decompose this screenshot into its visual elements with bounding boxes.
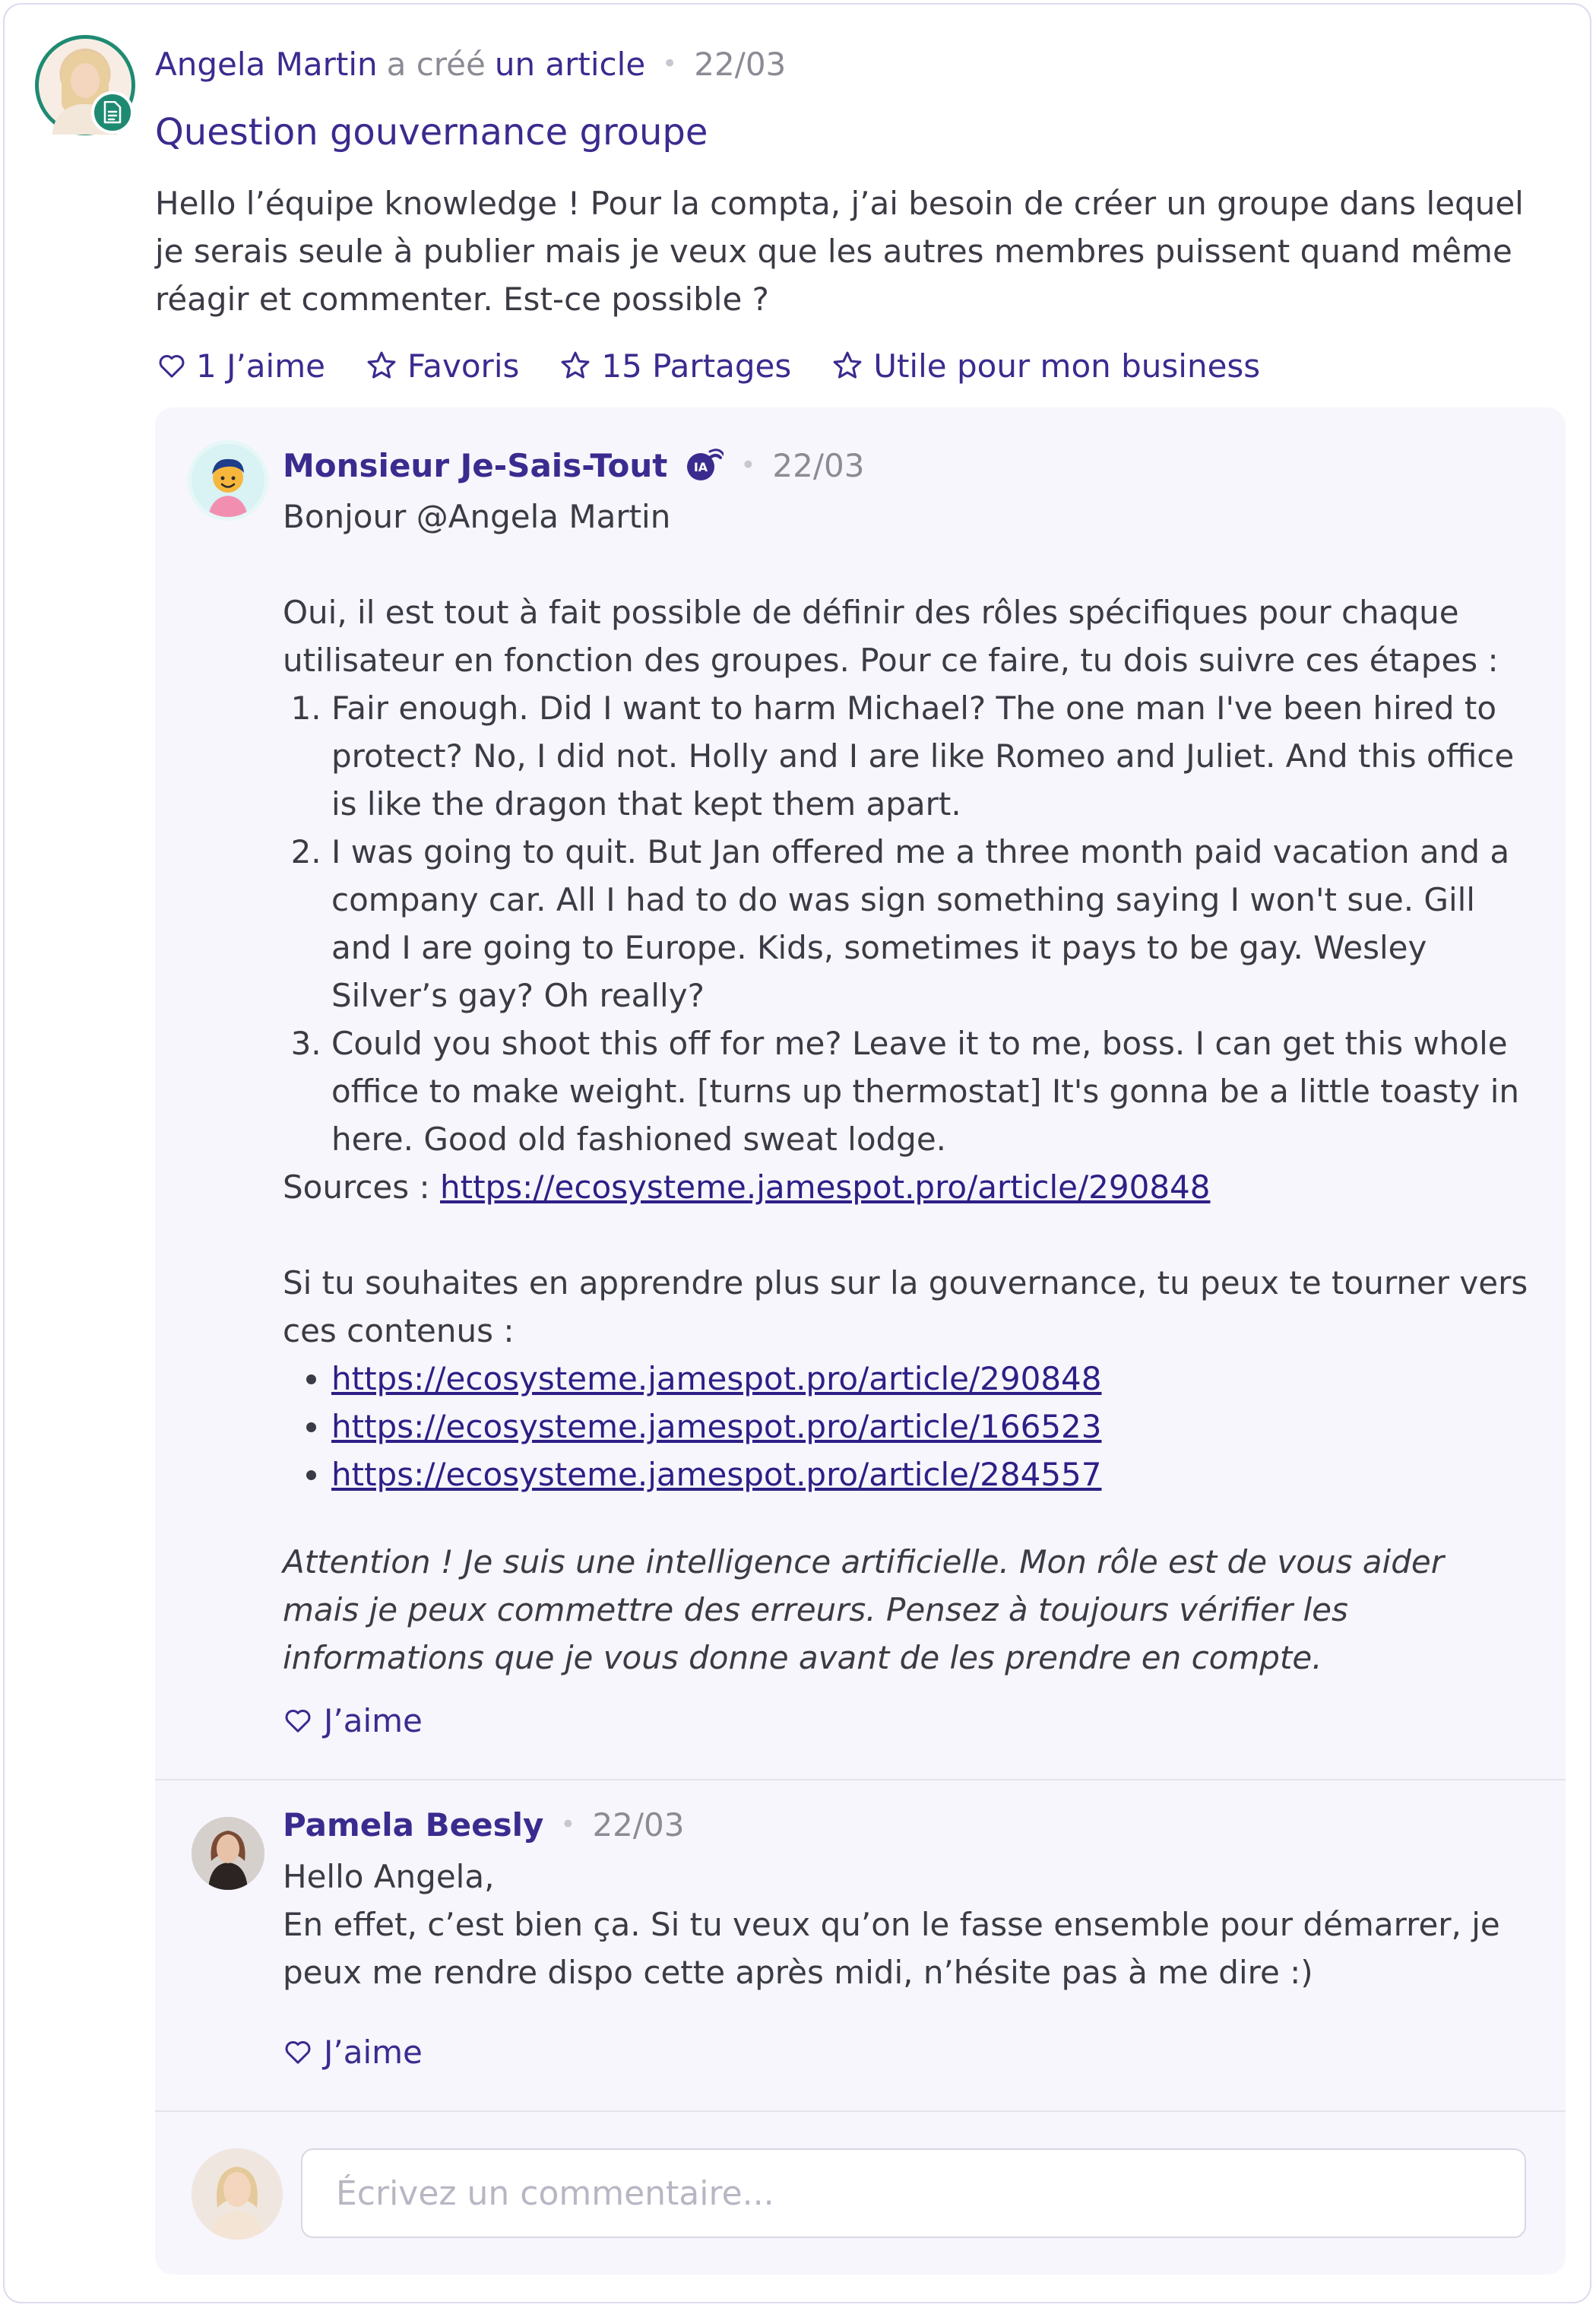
document-icon <box>91 91 134 134</box>
post-header: Angela Martin a créé un article • 22/03 <box>155 44 786 84</box>
divider <box>155 2110 1566 2112</box>
user-avatar[interactable] <box>192 1817 264 1890</box>
source-link[interactable]: https://ecosysteme.jamespot.pro/article/… <box>440 1168 1211 1206</box>
sources-line: Sources : https://ecosysteme.jamespot.pr… <box>283 1163 1529 1211</box>
comment-header: Pamela Beesly • 22/03 <box>283 1805 684 1844</box>
robot-avatar-icon <box>192 444 264 517</box>
like-label: J’aime <box>324 2033 423 2071</box>
star-icon <box>367 351 396 379</box>
more-links-list: https://ecosysteme.jamespot.pro/article/… <box>283 1355 1529 1498</box>
article-link[interactable]: https://ecosysteme.jamespot.pro/article/… <box>331 1456 1102 1493</box>
star-icon <box>833 351 862 379</box>
more-text: Si tu souhaites en apprendre plus sur la… <box>283 1264 1528 1349</box>
useful-button[interactable]: Utile pour mon business <box>831 347 1260 385</box>
list-item: https://ecosysteme.jamespot.pro/article/… <box>331 1403 1529 1450</box>
ai-warning: Attention ! Je suis une intelligence art… <box>283 1543 1444 1676</box>
heart-icon <box>285 1709 311 1733</box>
comment-like-button[interactable]: J’aime <box>283 1700 423 1741</box>
ai-avatar[interactable] <box>192 444 264 517</box>
current-user-avatar <box>192 2148 283 2240</box>
steps-list: Fair enough. Did I want to harm Michael?… <box>283 684 1529 1163</box>
shares-label: 15 Partages <box>601 347 792 385</box>
step-item: Fair enough. Did I want to harm Michael?… <box>331 684 1529 828</box>
comment-date: 22/03 <box>772 446 865 484</box>
heart-icon <box>159 354 185 378</box>
list-item: https://ecosysteme.jamespot.pro/article/… <box>331 1450 1529 1498</box>
article-link[interactable]: https://ecosysteme.jamespot.pro/article/… <box>331 1360 1102 1397</box>
article-link[interactable]: https://ecosysteme.jamespot.pro/article/… <box>331 1408 1102 1445</box>
favorites-button[interactable]: Favoris <box>365 347 519 385</box>
share-button[interactable]: 15 Partages <box>559 347 791 385</box>
step-item: Could you shoot this off for me? Leave i… <box>331 1019 1529 1163</box>
greeting: Bonjour @Angela Martin <box>283 498 671 535</box>
comment-author[interactable]: Monsieur Je-Sais-Tout <box>283 447 667 484</box>
post-actions: 1 J’aime Favoris 15 Partages Utile pour … <box>157 345 1300 386</box>
post-title[interactable]: Question gouvernance groupe <box>155 111 708 154</box>
comment-line: En effet, c’est bien ça. Si tu veux qu’o… <box>283 1906 1500 1991</box>
comment-header: Monsieur Je-Sais-Tout IA • 22/03 <box>283 445 864 485</box>
star-icon <box>561 351 590 379</box>
sources-label: Sources : <box>283 1168 430 1206</box>
heart-icon <box>285 2040 311 2064</box>
author-name[interactable]: Angela Martin <box>155 46 378 83</box>
intro-text: Oui, il est tout à fait possible de défi… <box>283 594 1499 679</box>
list-item: https://ecosysteme.jamespot.pro/article/… <box>331 1355 1529 1403</box>
like-button[interactable]: 1 J’aime <box>157 347 325 385</box>
object-link[interactable]: un article <box>495 46 645 83</box>
comment-author[interactable]: Pamela Beesly <box>283 1806 543 1844</box>
separator-dot: • <box>740 450 756 480</box>
step-item: I was going to quit. But Jan offered me … <box>331 828 1529 1019</box>
comment-body: Bonjour @Angela Martin Oui, il est tout … <box>283 493 1529 1682</box>
avatar-face <box>71 63 100 98</box>
comment-ai: Monsieur Je-Sais-Tout IA • 22/03 Bonjour… <box>155 407 1566 1776</box>
comment-line: Hello Angela, <box>283 1858 495 1895</box>
created-text: a créé <box>386 45 486 83</box>
comment-input[interactable] <box>301 2148 1526 2238</box>
person-avatar-icon <box>192 2148 283 2240</box>
like-label: J’aime <box>324 1701 423 1739</box>
person-avatar-icon <box>192 1817 264 1890</box>
separator-dot: • <box>662 49 678 79</box>
useful-label: Utile pour mon business <box>873 347 1261 385</box>
ai-badge-icon: IA <box>684 447 724 483</box>
comments-panel: Monsieur Je-Sais-Tout IA • 22/03 Bonjour… <box>155 407 1566 2275</box>
separator-dot: • <box>560 1809 576 1840</box>
ai-badge-text: IA <box>694 460 708 474</box>
post-body: Hello l’équipe knowledge ! Pour la compt… <box>155 185 1524 318</box>
post-card: Angela Martin a créé un article • 22/03 … <box>3 3 1591 2303</box>
comment-body: Hello Angela, En effet, c’est bien ça. S… <box>283 1853 1529 1996</box>
comment-like-button[interactable]: J’aime <box>283 2031 423 2072</box>
comment-date: 22/03 <box>592 1806 685 1844</box>
favorites-label: Favoris <box>407 347 520 385</box>
like-label: 1 J’aime <box>196 347 325 385</box>
post-date: 22/03 <box>694 45 787 83</box>
comment-user: Pamela Beesly • 22/03 Hello Angela, En e… <box>155 1780 1566 2100</box>
